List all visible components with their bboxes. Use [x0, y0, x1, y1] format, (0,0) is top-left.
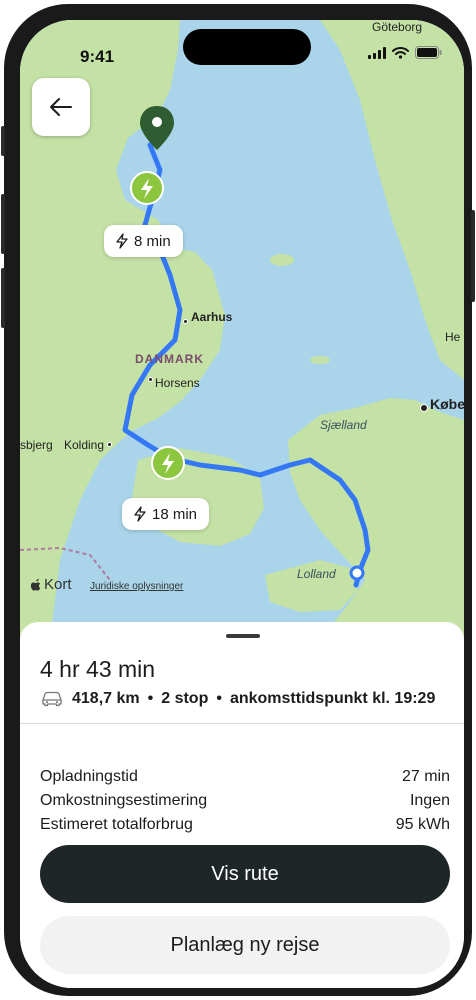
status-time: 9:41	[80, 47, 115, 66]
map-attribution: Kort	[30, 576, 72, 593]
label-kolding: Kolding	[64, 438, 105, 452]
origin-pin-dot	[152, 117, 162, 127]
map-land-island	[270, 254, 294, 266]
destination-marker	[349, 565, 365, 581]
trip-distance: 418,7 km	[72, 690, 140, 707]
trip-duration: 4 hr 43 min	[40, 656, 156, 682]
map-brand: Kort	[44, 576, 72, 593]
volume-down-button	[1, 268, 5, 328]
detail-label: Estimeret totalforbrug	[40, 816, 193, 833]
detail-value: 95 kWh	[395, 816, 450, 833]
label-kobenhavn: Købe	[430, 396, 464, 412]
mute-switch	[1, 126, 5, 156]
car-icon	[42, 691, 62, 707]
trip-stops: 2 stop	[161, 690, 209, 707]
detail-row-cost-estimate: Omkostningsestimering Ingen	[40, 792, 450, 810]
label-danmark: DANMARK	[135, 352, 204, 366]
charge-stop-2-pill[interactable]: 18 min	[122, 498, 210, 530]
arrow-left-icon	[50, 98, 72, 116]
label-horsens: Horsens	[155, 376, 200, 390]
separator: •	[147, 690, 154, 707]
detail-label: Omkostningsestimering	[40, 792, 208, 809]
apple-logo-icon	[30, 578, 41, 591]
city-dot	[107, 442, 112, 447]
label-esbjerg: sbjerg	[20, 438, 53, 452]
detail-value: 27 min	[401, 768, 450, 785]
charge-stop-1-time: 8 min	[134, 232, 171, 250]
city-dot	[148, 377, 153, 382]
status-icons	[368, 46, 442, 59]
plan-new-trip-button[interactable]: Planlæg ny rejse	[40, 916, 450, 974]
detail-value: Ingen	[409, 792, 450, 809]
lightning-outline-icon	[116, 233, 128, 249]
phone-frame: Göteborg Aarhus DANMARK Horsens sbjerg K…	[1, 4, 475, 996]
map-land-island	[310, 356, 330, 364]
status-bar: 9:41	[20, 20, 464, 80]
trip-arrival: ankomsttidspunkt kl. 19:29	[229, 690, 436, 707]
trip-summary: 418,7 km • 2 stop • ankomsttidspunkt kl.…	[40, 690, 435, 708]
detail-row-charging-time: Opladningstid 27 min	[40, 768, 450, 786]
charge-stop-1-pill[interactable]: 8 min	[104, 225, 183, 257]
label-sjaelland: Sjælland	[320, 418, 367, 432]
battery-icon	[415, 46, 442, 59]
trip-sheet: 4 hr 43 min 418,7 km • 2 stop • ankomstt…	[20, 622, 464, 988]
detail-label: Opladningstid	[40, 768, 138, 785]
power-button	[471, 210, 475, 302]
separator: •	[216, 690, 222, 707]
detail-row-total-consumption: Estimeret totalforbrug 95 kWh	[40, 816, 450, 834]
cellular-signal-icon	[368, 46, 386, 59]
label-aarhus: Aarhus	[191, 310, 233, 324]
legal-link[interactable]: Juridiske oplysninger	[90, 581, 183, 592]
city-dot	[420, 404, 428, 412]
label-lolland: Lolland	[297, 567, 336, 581]
screen: Göteborg Aarhus DANMARK Horsens sbjerg K…	[20, 20, 464, 988]
charge-stop-2-time: 18 min	[152, 505, 198, 523]
show-route-button[interactable]: Vis rute	[40, 845, 450, 903]
volume-up-button	[1, 194, 5, 254]
dynamic-island	[183, 29, 311, 65]
back-button[interactable]	[32, 78, 90, 136]
divider	[20, 723, 464, 724]
city-dot	[183, 319, 188, 324]
lightning-outline-icon	[134, 506, 146, 522]
label-he: He	[445, 330, 461, 344]
wifi-icon	[392, 46, 409, 59]
sheet-grabber[interactable]	[226, 634, 260, 638]
